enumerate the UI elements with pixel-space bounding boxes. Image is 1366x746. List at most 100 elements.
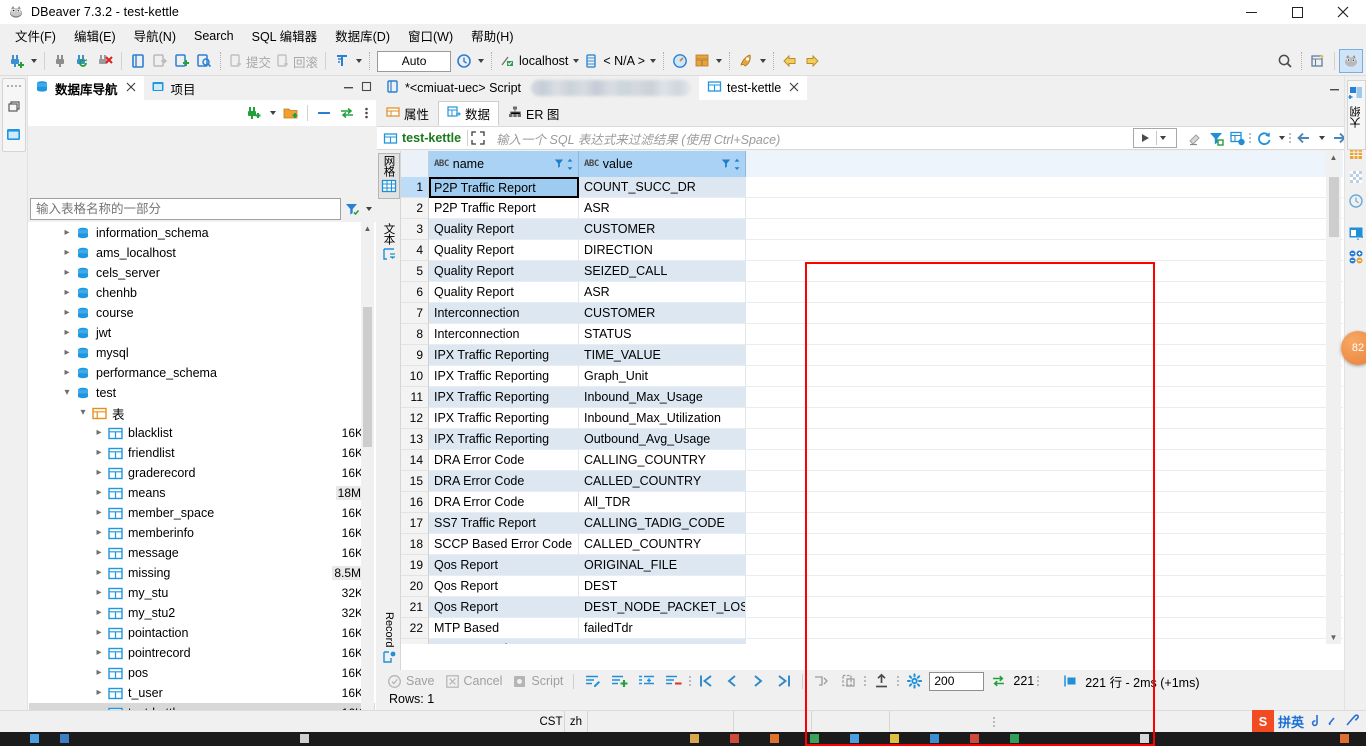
chevron-right-icon[interactable]: ▸ xyxy=(59,363,75,383)
cell-value[interactable]: Inbound_Max_Utilization xyxy=(579,408,746,429)
save-button[interactable]: Save xyxy=(383,674,439,689)
play-icon[interactable] xyxy=(1134,130,1156,146)
chevron-right-icon[interactable]: ▸ xyxy=(59,323,75,343)
result-settings-icon[interactable] xyxy=(1227,128,1247,148)
menu-sql-editor[interactable]: SQL 编辑器 xyxy=(243,24,327,47)
tree-item-jwt[interactable]: ▸ jwt xyxy=(29,323,375,343)
chevron-right-icon[interactable]: ▸ xyxy=(91,543,107,563)
table-row[interactable]: 12 IPX Traffic Reporting Inbound_Max_Utili… xyxy=(401,408,1343,429)
tab-properties[interactable]: 属性 xyxy=(377,101,438,126)
sql-editor-icon[interactable] xyxy=(127,50,149,72)
menu-navigate[interactable]: 导航(N) xyxy=(125,24,185,47)
minimize-view-icon[interactable] xyxy=(340,78,356,94)
script-button[interactable]: Script xyxy=(508,674,567,689)
refresh-connection-icon[interactable] xyxy=(72,50,94,72)
table-row[interactable]: 14 DRA Error Code CALLING_COUNTRY xyxy=(401,450,1343,471)
cell-name[interactable]: DRA Error Code xyxy=(429,471,579,492)
stats-more-icon[interactable] xyxy=(1036,673,1040,689)
chevron-right-icon[interactable]: ▸ xyxy=(91,603,107,623)
data-transfer-icon[interactable] xyxy=(691,50,713,72)
cell-name[interactable]: IPX Traffic Reporting xyxy=(429,345,579,366)
table-row[interactable]: 6 Quality Report ASR xyxy=(401,282,1343,303)
cell-value[interactable]: ORIGINAL_FILE xyxy=(579,555,746,576)
table-row[interactable]: 13 IPX Traffic Reporting Outbound_Avg_Usag… xyxy=(401,429,1343,450)
link-editor-icon[interactable] xyxy=(337,103,357,123)
close-icon[interactable] xyxy=(126,81,136,95)
tree-scrollbar[interactable]: ▲ ▼ xyxy=(361,222,374,746)
grid-presentation-label[interactable]: 网格 xyxy=(381,155,397,176)
chevron-right-icon[interactable]: ▸ xyxy=(59,343,75,363)
previous-row-button[interactable] xyxy=(720,673,744,689)
table-row[interactable]: 4 Quality Report DIRECTION xyxy=(401,240,1343,261)
run-tool-dropdown-icon[interactable] xyxy=(757,51,768,71)
tree-item-pointrecord[interactable]: ▸ pointrecord 16K xyxy=(29,643,375,663)
add-row-icon[interactable] xyxy=(607,673,632,689)
chevron-right-icon[interactable]: ▸ xyxy=(91,643,107,663)
filter-more-icon[interactable] xyxy=(1248,130,1252,146)
cell-name[interactable]: IPX Traffic Reporting xyxy=(429,366,579,387)
table-row[interactable]: 2 P2P Traffic Report ASR xyxy=(401,198,1343,219)
cell-name[interactable]: Interconnection xyxy=(429,303,579,324)
scroll-up-icon[interactable]: ▲ xyxy=(361,222,374,235)
new-folder-icon[interactable] xyxy=(281,103,301,123)
row-number[interactable]: 20 xyxy=(401,576,429,597)
search-icon[interactable] xyxy=(1274,50,1296,72)
tree-item-information_schema[interactable]: ▸ information_schema xyxy=(29,223,375,243)
cell-name[interactable]: MTP Based xyxy=(429,618,579,639)
active-connection-selector[interactable]: localhost xyxy=(497,53,570,69)
menu-search[interactable]: Search xyxy=(185,27,243,45)
menu-edit[interactable]: 编辑(E) xyxy=(65,24,125,47)
back-dropdown-icon[interactable] xyxy=(1316,128,1327,148)
table-row[interactable]: 18 SCCP Based Error Code CALLED_COUNTRY xyxy=(401,534,1343,555)
tree-item-pos[interactable]: ▸ pos 16K xyxy=(29,663,375,683)
tree-item-blacklist[interactable]: ▸ blacklist 16K xyxy=(29,423,375,443)
new-connection-icon[interactable] xyxy=(244,103,264,123)
last-row-button[interactable] xyxy=(772,673,796,689)
cell-name[interactable]: Quality Report xyxy=(429,261,579,282)
tree-item-member_space[interactable]: ▸ member_space 16K xyxy=(29,503,375,523)
tab-test-kettle[interactable]: test-kettle xyxy=(699,76,808,100)
chevron-down-icon[interactable]: ▾ xyxy=(75,403,91,423)
new-connection-dropdown-icon[interactable] xyxy=(267,103,278,123)
forward-arrow-icon[interactable] xyxy=(801,50,823,72)
tree-item-course[interactable]: ▸ course xyxy=(29,303,375,323)
database-tree[interactable]: ▸ information_schema ▸ ams_localhost ▸ cels_s… xyxy=(28,222,376,746)
tree-item-message[interactable]: ▸ message 16K xyxy=(29,543,375,563)
column-header-value[interactable]: ABC value xyxy=(579,151,746,177)
table-row[interactable]: 3 Quality Report CUSTOMER xyxy=(401,219,1343,240)
clear-filter-icon[interactable] xyxy=(1185,128,1205,148)
cell-name[interactable]: Qos Report xyxy=(429,576,579,597)
chevron-down-icon[interactable]: ▾ xyxy=(59,383,75,403)
chevron-right-icon[interactable]: ▸ xyxy=(91,423,107,443)
row-number[interactable]: 22 xyxy=(401,618,429,639)
restore-view-icon[interactable] xyxy=(2,95,26,119)
new-sql-script-icon[interactable] xyxy=(171,50,193,72)
table-row[interactable]: 15 DRA Error Code CALLED_COUNTRY xyxy=(401,471,1343,492)
record-mode-icon[interactable] xyxy=(381,649,397,668)
row-number[interactable]: 11 xyxy=(401,387,429,408)
cell-value[interactable]: DEST xyxy=(579,576,746,597)
tab-redacted[interactable] xyxy=(529,76,699,100)
grid-presentation-icon[interactable] xyxy=(381,178,397,197)
row-number[interactable]: 17 xyxy=(401,513,429,534)
chevron-right-icon[interactable]: ▸ xyxy=(91,663,107,683)
row-number[interactable]: 15 xyxy=(401,471,429,492)
rollback-button[interactable]: 回滚 xyxy=(273,50,320,72)
row-number[interactable]: 16 xyxy=(401,492,429,513)
open-sql-script-icon[interactable] xyxy=(149,50,171,72)
cell-value[interactable]: CALLED_COUNTRY xyxy=(579,471,746,492)
tree-item-t_user[interactable]: ▸ t_user 16K xyxy=(29,683,375,703)
expand-filter-icon[interactable] xyxy=(468,128,488,148)
cancel-button[interactable]: Cancel xyxy=(441,674,507,689)
first-row-button[interactable] xyxy=(694,673,718,689)
row-number[interactable]: 21 xyxy=(401,597,429,618)
export-more-icon[interactable] xyxy=(863,673,867,689)
cell-name[interactable]: P2P Traffic Report xyxy=(429,198,579,219)
active-database-selector[interactable]: < N/A > xyxy=(581,53,647,69)
row-number[interactable]: 6 xyxy=(401,282,429,303)
minimize-editor-icon[interactable] xyxy=(1326,80,1342,96)
edit-row-icon[interactable] xyxy=(580,673,605,689)
chevron-right-icon[interactable]: ▸ xyxy=(59,303,75,323)
apply-filter-button[interactable] xyxy=(1133,128,1177,148)
tree-item-表[interactable]: ▾ 表 xyxy=(29,403,375,423)
